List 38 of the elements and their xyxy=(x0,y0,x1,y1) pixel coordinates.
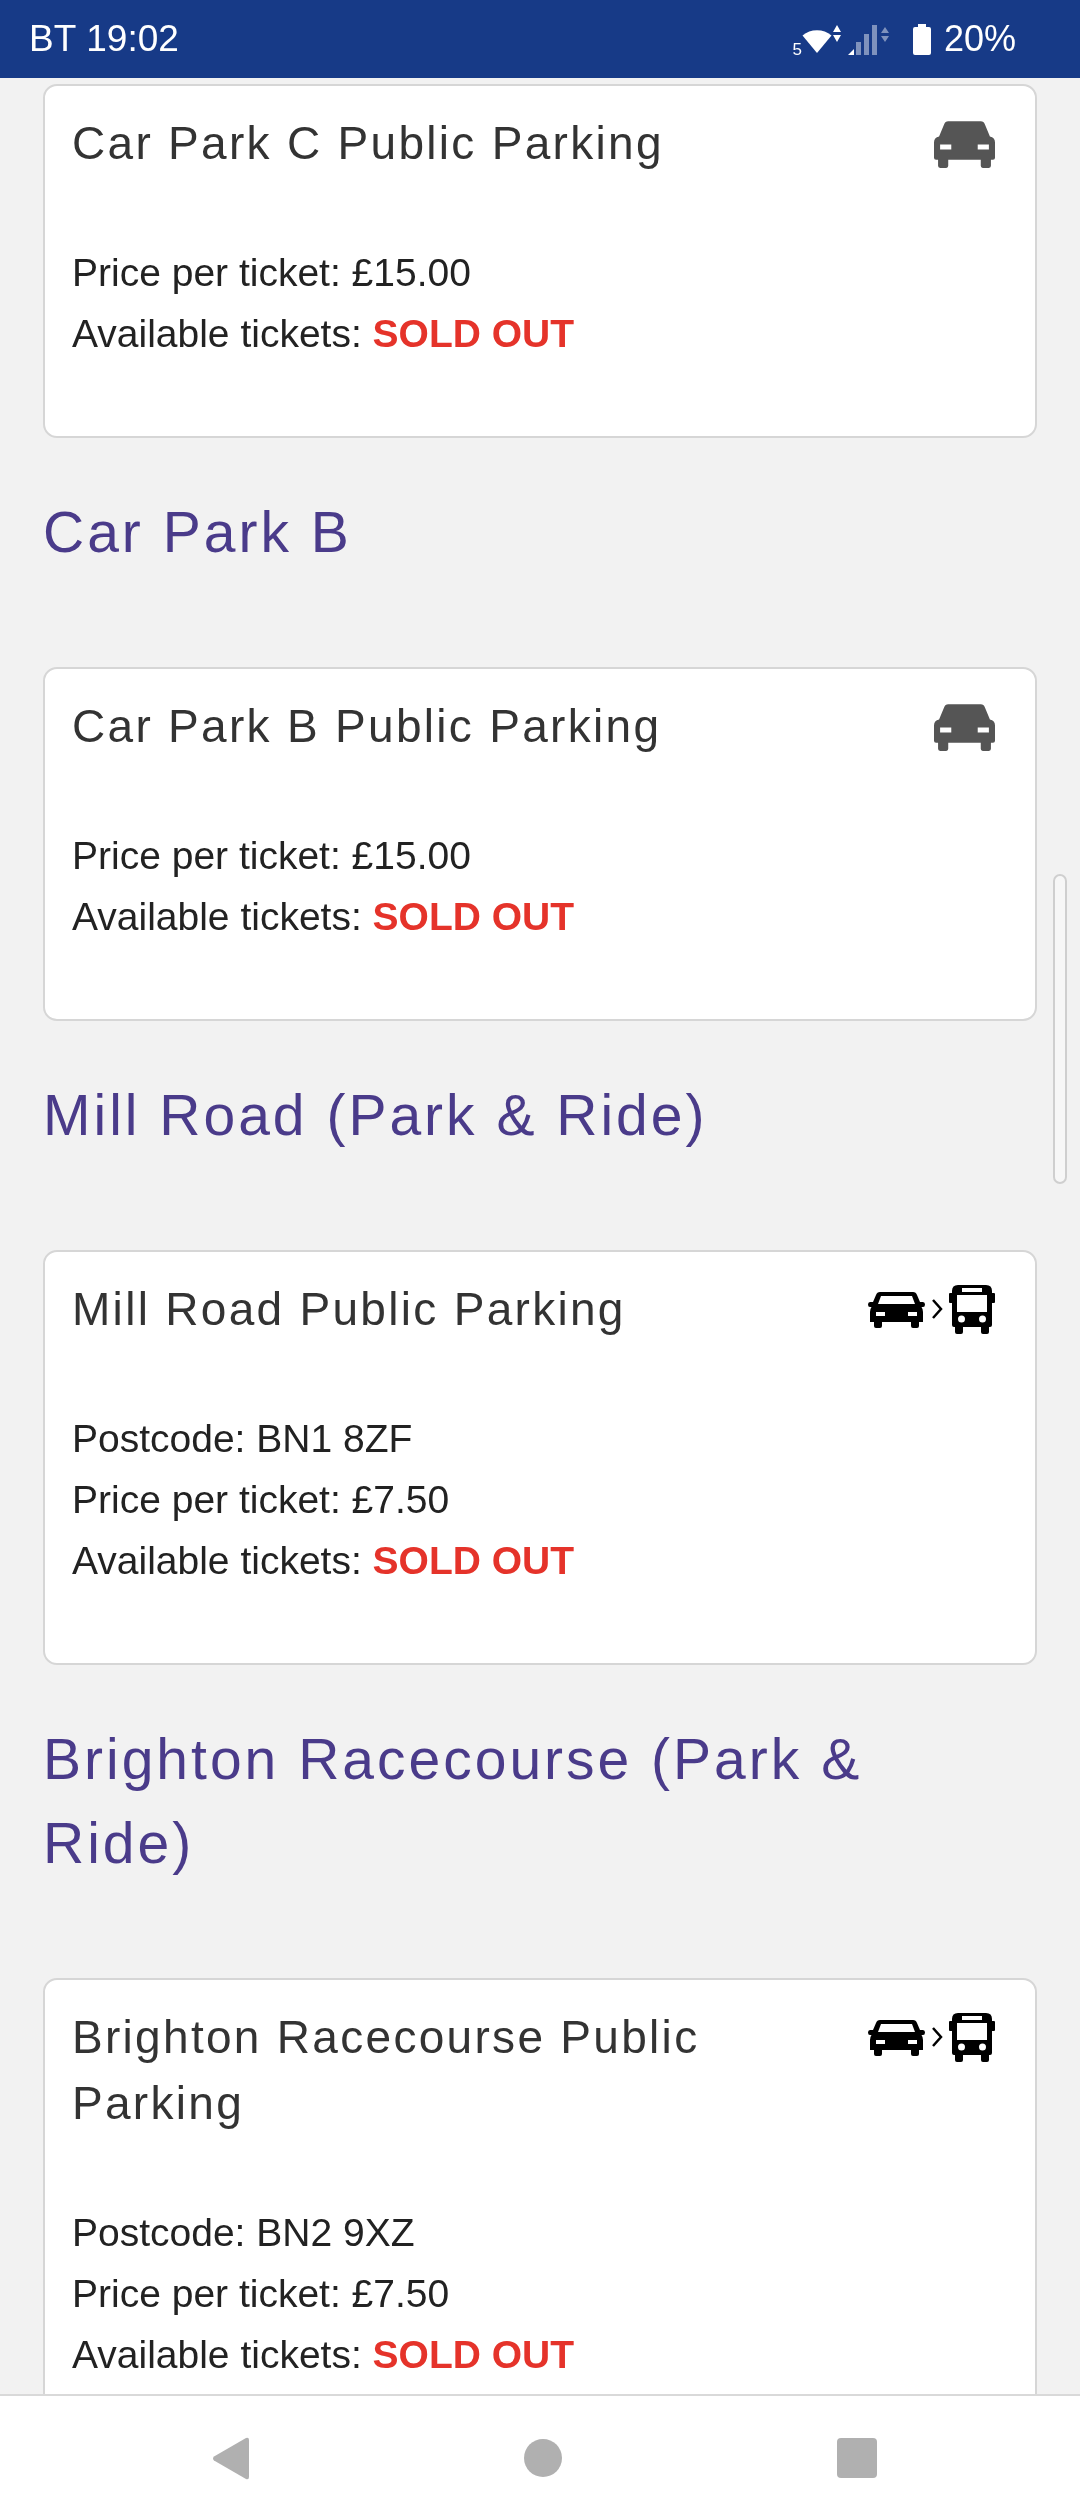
battery-percent: 20% xyxy=(943,17,1016,61)
battery-icon xyxy=(911,23,932,55)
wifi-icon xyxy=(801,24,842,54)
parking-card[interactable]: Car Park B Public Parking Price per ticket: £15.00 Available tickets: SOLD OUT xyxy=(43,667,1037,1021)
chevron-right-icon xyxy=(931,1298,943,1320)
wifi-band-label: 5 xyxy=(792,41,802,59)
card-title: Car Park B Public Parking xyxy=(72,699,662,754)
back-icon[interactable] xyxy=(212,2436,249,2480)
detail-text: Postcode: BN1 8ZF xyxy=(72,1416,413,1462)
clock-time: 19:02 xyxy=(86,17,179,61)
detail-text: Available tickets: SOLD OUT xyxy=(72,1538,575,1584)
section-heading: Brighton Racecourse (Park & Ride) xyxy=(43,1726,864,1877)
detail-text: Postcode: BN2 9XZ xyxy=(72,2210,415,2256)
bus-icon xyxy=(949,2012,995,2062)
parking-card[interactable]: Brighton Racecourse Public Parking Postcode: BN2 9XZ Price per ticket: £7.50 Available tickets: SOLD OUT xyxy=(43,1978,1037,2394)
detail-text: Available tickets: SOLD OUT xyxy=(72,311,575,357)
detail-text: Price per ticket: £15.00 xyxy=(72,833,471,879)
carrier-name: BT xyxy=(29,17,77,61)
car-icon xyxy=(934,118,995,168)
card-title: Mill Road Public Parking xyxy=(72,1282,626,1337)
section-heading: Car Park B xyxy=(43,499,353,566)
car-icon xyxy=(934,701,995,751)
parking-card[interactable]: Mill Road Public Parking Postcode: BN1 8ZF Price per ticket: £7.50 Available tickets: SOLD OUT xyxy=(43,1250,1037,1665)
detail-text: Price per ticket: £15.00 xyxy=(72,250,471,296)
chevron-right-icon xyxy=(931,2026,943,2048)
home-icon[interactable] xyxy=(524,2439,562,2477)
detail-text: Price per ticket: £7.50 xyxy=(72,2271,450,2317)
detail-text: Price per ticket: £7.50 xyxy=(72,1477,450,1523)
signal-icon xyxy=(847,23,892,55)
section-heading: Mill Road (Park & Ride) xyxy=(43,1082,709,1149)
card-title: Brighton Racecourse Public Parking xyxy=(72,2010,701,2131)
car-icon xyxy=(868,2018,925,2056)
card-title: Car Park C Public Parking xyxy=(72,116,664,171)
bus-icon xyxy=(949,1284,995,1334)
detail-text: Available tickets: SOLD OUT xyxy=(72,894,575,940)
parking-card[interactable]: Car Park C Public Parking Price per ticket: £15.00 Available tickets: SOLD OUT xyxy=(43,84,1037,438)
detail-text: Available tickets: SOLD OUT xyxy=(72,2332,575,2378)
car-icon xyxy=(868,1290,925,1328)
